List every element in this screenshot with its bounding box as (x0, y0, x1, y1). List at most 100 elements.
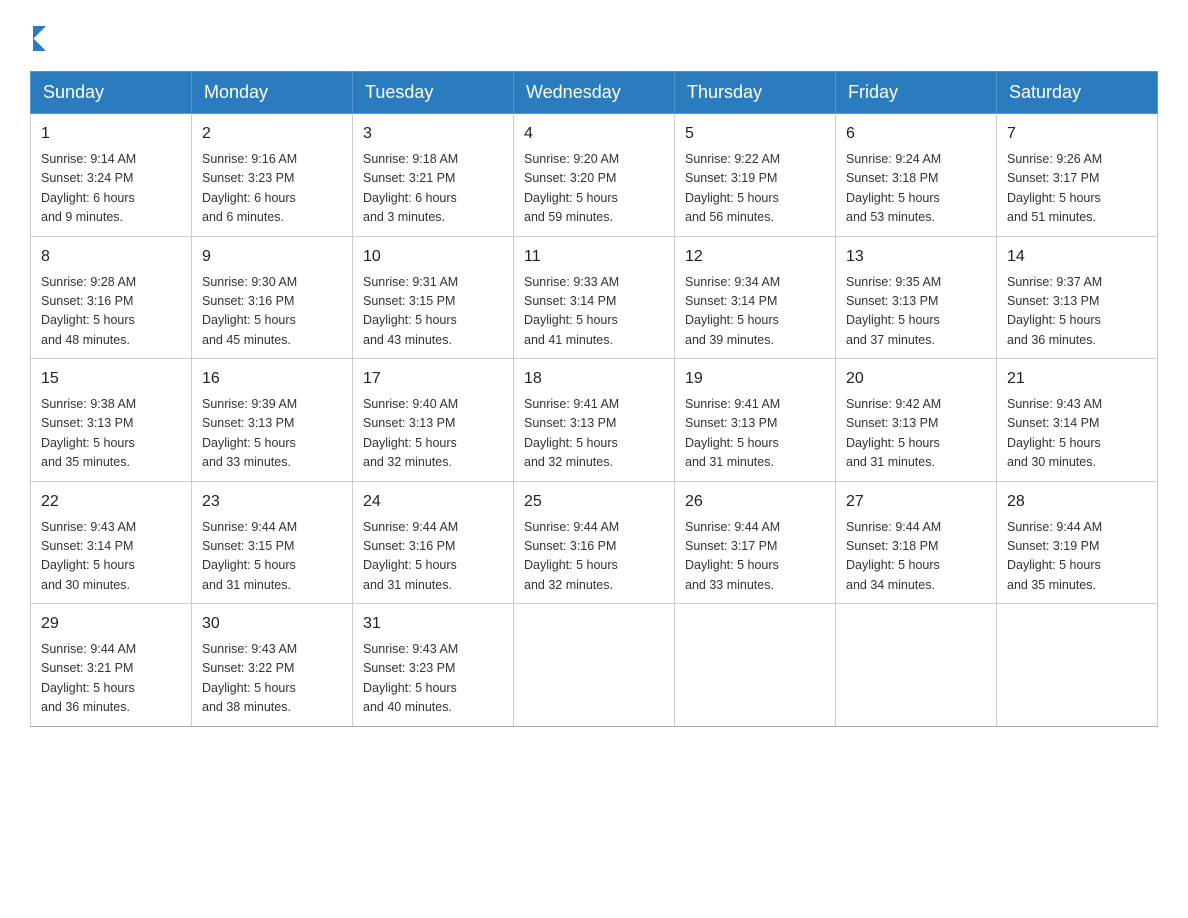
calendar-cell: 29 Sunrise: 9:44 AM Sunset: 3:21 PM Dayli… (31, 604, 192, 727)
calendar-cell: 25 Sunrise: 9:44 AM Sunset: 3:16 PM Dayli… (514, 481, 675, 604)
calendar-cell: 16Sunrise: 9:39 AM Sunset: 3:13 PM Dayli… (192, 359, 353, 482)
calendar-cell: 31 Sunrise: 9:43 AM Sunset: 3:23 PM Dayli… (353, 604, 514, 727)
calendar-header-friday: Friday (836, 72, 997, 114)
day-number: 5 (685, 122, 825, 146)
day-number: 29 (41, 612, 181, 636)
day-number: 24 (363, 490, 503, 514)
day-info: Sunrise: 9:41 AM Sunset: 3:13 PM Dayligh… (685, 395, 825, 473)
day-info: Sunrise: 9:43 AM Sunset: 3:23 PM Dayligh… (363, 640, 503, 718)
calendar-cell: 12Sunrise: 9:34 AM Sunset: 3:14 PM Dayli… (675, 236, 836, 359)
day-info: Sunrise: 9:44 AM Sunset: 3:15 PM Dayligh… (202, 518, 342, 596)
calendar-cell: 1 Sunrise: 9:14 AM Sunset: 3:24 PM Daylig… (31, 114, 192, 237)
day-info: Sunrise: 9:43 AM Sunset: 3:14 PM Dayligh… (41, 518, 181, 596)
day-number: 28 (1007, 490, 1147, 514)
day-info: Sunrise: 9:37 AM Sunset: 3:13 PM Dayligh… (1007, 273, 1147, 351)
day-info: Sunrise: 9:41 AM Sunset: 3:13 PM Dayligh… (524, 395, 664, 473)
day-info: Sunrise: 9:40 AM Sunset: 3:13 PM Dayligh… (363, 395, 503, 473)
day-info: Sunrise: 9:24 AM Sunset: 3:18 PM Dayligh… (846, 150, 986, 228)
calendar-cell (997, 604, 1158, 727)
calendar-cell: 5Sunrise: 9:22 AM Sunset: 3:19 PM Daylig… (675, 114, 836, 237)
day-number: 11 (524, 245, 664, 269)
calendar-cell: 22 Sunrise: 9:43 AM Sunset: 3:14 PM Dayli… (31, 481, 192, 604)
day-info: Sunrise: 9:44 AM Sunset: 3:18 PM Dayligh… (846, 518, 986, 596)
calendar-header-sunday: Sunday (31, 72, 192, 114)
day-number: 4 (524, 122, 664, 146)
calendar-cell (836, 604, 997, 727)
day-info: Sunrise: 9:44 AM Sunset: 3:21 PM Dayligh… (41, 640, 181, 718)
day-number: 27 (846, 490, 986, 514)
day-number: 3 (363, 122, 503, 146)
calendar-week-row: 8 Sunrise: 9:28 AM Sunset: 3:16 PM Daylig… (31, 236, 1158, 359)
calendar-cell: 23 Sunrise: 9:44 AM Sunset: 3:15 PM Dayli… (192, 481, 353, 604)
day-info: Sunrise: 9:20 AM Sunset: 3:20 PM Dayligh… (524, 150, 664, 228)
calendar-header-row: SundayMondayTuesdayWednesdayThursdayFrid… (31, 72, 1158, 114)
day-number: 22 (41, 490, 181, 514)
day-number: 26 (685, 490, 825, 514)
page-header (30, 20, 1158, 51)
day-number: 30 (202, 612, 342, 636)
day-number: 20 (846, 367, 986, 391)
calendar-week-row: 1 Sunrise: 9:14 AM Sunset: 3:24 PM Daylig… (31, 114, 1158, 237)
calendar-cell: 20 Sunrise: 9:42 AM Sunset: 3:13 PM Dayli… (836, 359, 997, 482)
day-info: Sunrise: 9:28 AM Sunset: 3:16 PM Dayligh… (41, 273, 181, 351)
calendar-week-row: 15Sunrise: 9:38 AM Sunset: 3:13 PM Dayli… (31, 359, 1158, 482)
calendar-cell: 30 Sunrise: 9:43 AM Sunset: 3:22 PM Dayli… (192, 604, 353, 727)
calendar-header-saturday: Saturday (997, 72, 1158, 114)
day-number: 25 (524, 490, 664, 514)
day-number: 23 (202, 490, 342, 514)
calendar-cell: 4 Sunrise: 9:20 AM Sunset: 3:20 PM Daylig… (514, 114, 675, 237)
day-info: Sunrise: 9:26 AM Sunset: 3:17 PM Dayligh… (1007, 150, 1147, 228)
calendar-cell: 26 Sunrise: 9:44 AM Sunset: 3:17 PM Dayli… (675, 481, 836, 604)
calendar-cell: 14 Sunrise: 9:37 AM Sunset: 3:13 PM Dayli… (997, 236, 1158, 359)
day-info: Sunrise: 9:43 AM Sunset: 3:22 PM Dayligh… (202, 640, 342, 718)
day-number: 13 (846, 245, 986, 269)
day-number: 10 (363, 245, 503, 269)
day-info: Sunrise: 9:30 AM Sunset: 3:16 PM Dayligh… (202, 273, 342, 351)
logo (30, 20, 46, 51)
day-number: 7 (1007, 122, 1147, 146)
day-info: Sunrise: 9:31 AM Sunset: 3:15 PM Dayligh… (363, 273, 503, 351)
day-info: Sunrise: 9:43 AM Sunset: 3:14 PM Dayligh… (1007, 395, 1147, 473)
day-number: 31 (363, 612, 503, 636)
calendar-cell: 6 Sunrise: 9:24 AM Sunset: 3:18 PM Daylig… (836, 114, 997, 237)
day-info: Sunrise: 9:18 AM Sunset: 3:21 PM Dayligh… (363, 150, 503, 228)
calendar-cell: 15Sunrise: 9:38 AM Sunset: 3:13 PM Dayli… (31, 359, 192, 482)
day-info: Sunrise: 9:38 AM Sunset: 3:13 PM Dayligh… (41, 395, 181, 473)
calendar-cell: 3 Sunrise: 9:18 AM Sunset: 3:21 PM Daylig… (353, 114, 514, 237)
day-number: 1 (41, 122, 181, 146)
day-info: Sunrise: 9:44 AM Sunset: 3:17 PM Dayligh… (685, 518, 825, 596)
calendar-week-row: 29 Sunrise: 9:44 AM Sunset: 3:21 PM Dayli… (31, 604, 1158, 727)
day-number: 16 (202, 367, 342, 391)
day-number: 6 (846, 122, 986, 146)
calendar-week-row: 22 Sunrise: 9:43 AM Sunset: 3:14 PM Dayli… (31, 481, 1158, 604)
calendar-cell: 17Sunrise: 9:40 AM Sunset: 3:13 PM Dayli… (353, 359, 514, 482)
calendar-cell: 11Sunrise: 9:33 AM Sunset: 3:14 PM Dayli… (514, 236, 675, 359)
day-number: 18 (524, 367, 664, 391)
calendar-cell: 18 Sunrise: 9:41 AM Sunset: 3:13 PM Dayli… (514, 359, 675, 482)
day-number: 21 (1007, 367, 1147, 391)
calendar-header-tuesday: Tuesday (353, 72, 514, 114)
calendar-cell: 24Sunrise: 9:44 AM Sunset: 3:16 PM Dayli… (353, 481, 514, 604)
calendar-table: SundayMondayTuesdayWednesdayThursdayFrid… (30, 71, 1158, 727)
day-info: Sunrise: 9:44 AM Sunset: 3:16 PM Dayligh… (524, 518, 664, 596)
day-number: 14 (1007, 245, 1147, 269)
day-info: Sunrise: 9:42 AM Sunset: 3:13 PM Dayligh… (846, 395, 986, 473)
calendar-header-monday: Monday (192, 72, 353, 114)
day-info: Sunrise: 9:44 AM Sunset: 3:19 PM Dayligh… (1007, 518, 1147, 596)
calendar-cell: 8 Sunrise: 9:28 AM Sunset: 3:16 PM Daylig… (31, 236, 192, 359)
calendar-cell: 2 Sunrise: 9:16 AM Sunset: 3:23 PM Daylig… (192, 114, 353, 237)
calendar-header-thursday: Thursday (675, 72, 836, 114)
calendar-cell: 13 Sunrise: 9:35 AM Sunset: 3:13 PM Dayli… (836, 236, 997, 359)
calendar-cell: 10 Sunrise: 9:31 AM Sunset: 3:15 PM Dayli… (353, 236, 514, 359)
day-number: 9 (202, 245, 342, 269)
calendar-cell: 19Sunrise: 9:41 AM Sunset: 3:13 PM Dayli… (675, 359, 836, 482)
calendar-cell: 27 Sunrise: 9:44 AM Sunset: 3:18 PM Dayli… (836, 481, 997, 604)
calendar-cell (675, 604, 836, 727)
day-number: 8 (41, 245, 181, 269)
calendar-header-wednesday: Wednesday (514, 72, 675, 114)
calendar-cell: 21 Sunrise: 9:43 AM Sunset: 3:14 PM Dayli… (997, 359, 1158, 482)
day-info: Sunrise: 9:14 AM Sunset: 3:24 PM Dayligh… (41, 150, 181, 228)
day-number: 2 (202, 122, 342, 146)
day-info: Sunrise: 9:16 AM Sunset: 3:23 PM Dayligh… (202, 150, 342, 228)
day-info: Sunrise: 9:35 AM Sunset: 3:13 PM Dayligh… (846, 273, 986, 351)
